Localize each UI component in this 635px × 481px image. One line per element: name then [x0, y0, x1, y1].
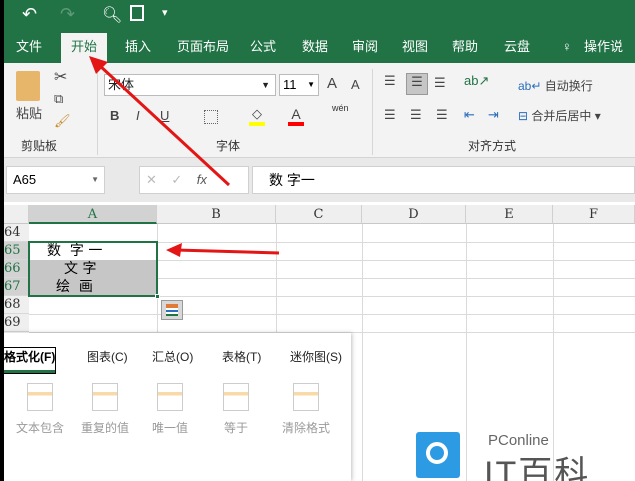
phonetic-button[interactable]: wén: [332, 103, 349, 113]
qa-clear-format[interactable]: 清除格式: [276, 383, 336, 436]
clear-format-icon: [293, 383, 319, 411]
selection-border: [28, 241, 158, 297]
group-label-alignment: 对齐方式: [468, 139, 517, 153]
middle-align-icon[interactable]: ☰: [406, 73, 428, 95]
font-size-select[interactable]: 11 ▼: [279, 74, 319, 96]
align-right-icon[interactable]: ☰: [436, 107, 448, 123]
font-color-button[interactable]: A: [288, 106, 304, 126]
annotation-arrow-cell: [166, 243, 280, 257]
fill-handle[interactable]: [155, 294, 160, 299]
merge-icon: ⊟: [518, 109, 532, 123]
row-header-68[interactable]: 68: [4, 296, 29, 314]
qa-duplicate-values[interactable]: 重复的值: [75, 383, 135, 436]
bottom-align-icon[interactable]: ☰: [434, 75, 446, 91]
tab-help[interactable]: 帮助: [442, 33, 488, 63]
col-header-d[interactable]: D: [362, 205, 466, 224]
col-header-f[interactable]: F: [553, 205, 635, 224]
print-preview-icon[interactable]: 🔍︎: [102, 5, 122, 25]
decrease-indent-icon[interactable]: ⇤: [464, 107, 475, 123]
qa-text-contains[interactable]: 文本包含: [10, 383, 70, 436]
watermark-name: IT百科: [484, 455, 591, 481]
watermark-logo-icon: [416, 432, 460, 478]
tell-me-search[interactable]: 操作说明搜索: [574, 33, 635, 82]
wrap-text-button[interactable]: ab↵ 自动换行: [518, 77, 593, 94]
row-header-65[interactable]: 65: [4, 242, 29, 260]
annotation-arrow-tab: [89, 56, 231, 187]
paste-icon[interactable]: [16, 71, 40, 101]
qa-tab-formatting[interactable]: 格式化(F): [4, 347, 57, 374]
chevron-down-icon: ▼: [307, 80, 315, 89]
merge-center-button[interactable]: ⊟ 合并后居中 ▾: [518, 107, 601, 124]
tab-cloud[interactable]: 云盘: [494, 33, 540, 63]
wrap-text-icon: ab↵: [518, 79, 545, 93]
qa-tab-tables[interactable]: 表格(T): [222, 348, 261, 365]
col-header-a[interactable]: A: [29, 205, 157, 224]
orientation-icon[interactable]: ab↗: [464, 73, 489, 89]
qa-equal-to[interactable]: 等于: [206, 383, 266, 436]
quick-analysis-button[interactable]: [161, 300, 183, 320]
chevron-down-icon: ▼: [261, 80, 270, 90]
align-center-icon[interactable]: ☰: [410, 107, 422, 123]
tab-review[interactable]: 审阅: [342, 33, 388, 63]
row-header-69[interactable]: 69: [4, 314, 29, 332]
unique-values-icon: [157, 383, 183, 411]
qa-tab-totals[interactable]: 汇总(O): [152, 348, 193, 365]
row-header-64[interactable]: 64: [4, 224, 29, 242]
select-all[interactable]: [4, 205, 29, 224]
quick-analysis-icon: [166, 304, 178, 316]
increase-indent-icon[interactable]: ⇥: [488, 107, 499, 123]
qa-tab-charts[interactable]: 图表(C): [87, 348, 128, 365]
format-painter-icon[interactable]: 🖌︎: [54, 113, 71, 129]
fill-color-icon[interactable]: ◇: [249, 106, 265, 126]
grow-font-button[interactable]: A: [327, 75, 337, 92]
customize-icon[interactable]: ▾: [162, 6, 168, 19]
copy-icon[interactable]: ⧉: [54, 91, 63, 107]
shrink-font-button[interactable]: A: [351, 77, 360, 92]
tab-formulas[interactable]: 公式: [240, 33, 286, 63]
col-header-b[interactable]: B: [157, 205, 276, 224]
tab-view[interactable]: 视图: [392, 33, 438, 63]
equal-to-icon: [223, 383, 249, 411]
align-left-icon[interactable]: ☰: [384, 107, 396, 123]
col-header-c[interactable]: C: [276, 205, 362, 224]
paste-button[interactable]: 粘贴: [16, 103, 42, 122]
row-header-66[interactable]: 66: [4, 260, 29, 278]
duplicate-values-icon: [92, 383, 118, 411]
save-icon[interactable]: [130, 5, 144, 21]
text-contains-icon: [27, 383, 53, 411]
redo-icon[interactable]: ↷: [60, 4, 75, 25]
group-label-clipboard: 剪贴板: [21, 139, 58, 153]
formula-input[interactable]: 数 字一: [252, 166, 635, 194]
undo-icon[interactable]: ↶: [22, 4, 37, 25]
quick-analysis-panel: 格式化(F) 图表(C) 汇总(O) 表格(T) 迷你图(S) 文本包含 重复的…: [4, 333, 351, 481]
col-header-e[interactable]: E: [466, 205, 553, 224]
qa-unique-values[interactable]: 唯一值: [140, 383, 200, 436]
tab-data[interactable]: 数据: [292, 33, 338, 63]
top-align-icon[interactable]: ☰: [384, 73, 396, 89]
row-header-67[interactable]: 67: [4, 278, 29, 296]
cut-icon[interactable]: ✂: [54, 67, 67, 87]
qa-tab-sparklines[interactable]: 迷你图(S): [290, 348, 342, 365]
tab-file[interactable]: 文件: [6, 33, 52, 63]
quick-access-toolbar: ↶ ↷ 🔍︎ ▾: [4, 0, 635, 33]
